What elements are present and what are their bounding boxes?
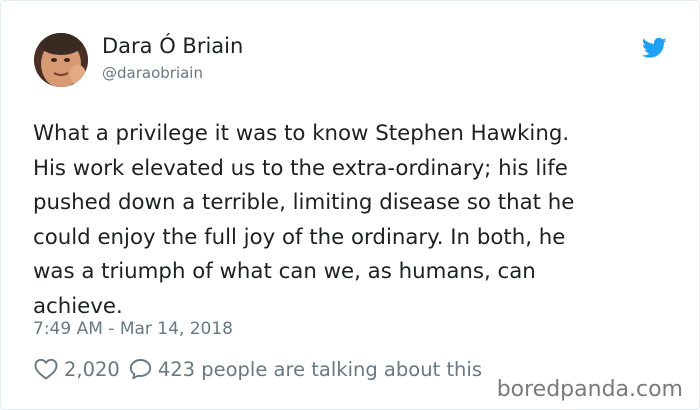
speech-bubble-icon[interactable]	[129, 358, 152, 380]
engagement-bar: 2,020 423 people are talking about this	[34, 356, 482, 382]
watermark: boredpanda.com	[496, 377, 683, 402]
author-name[interactable]: Dara Ó Briain	[102, 34, 243, 58]
tweet-timestamp[interactable]: 7:49 AM - Mar 14, 2018	[33, 319, 233, 339]
twitter-bird-icon[interactable]	[641, 37, 667, 59]
conversation-count[interactable]: 423 people are talking about this	[158, 358, 482, 381]
tweet-text: What a privilege it was to know Stephen …	[33, 121, 575, 319]
heart-icon[interactable]	[34, 358, 58, 380]
author-handle[interactable]: @daraobriain	[102, 64, 203, 82]
avatar[interactable]	[34, 33, 88, 87]
like-count[interactable]: 2,020	[64, 358, 120, 381]
tweet-card: Dara Ó Briain @daraobriain What a privil…	[0, 0, 700, 410]
